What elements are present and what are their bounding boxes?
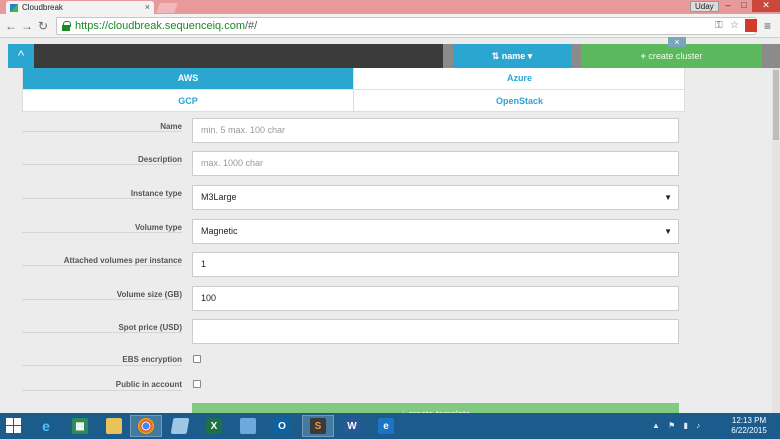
sublime-icon[interactable]: S [302,415,334,437]
tab-title: Cloudbreak [22,3,63,12]
description-input[interactable]: max. 1000 char [192,151,679,176]
cloudbreak-favicon-icon [10,4,18,12]
remote-icon[interactable] [232,415,264,437]
tab-close-icon[interactable]: × [145,1,150,14]
form-row-description: Description max. 1000 char [22,151,685,177]
label-divider [22,390,182,391]
name-label: Name [160,122,182,131]
reload-icon[interactable]: ↻ [36,19,50,33]
window-maximize-button[interactable]: □ [736,0,752,12]
bookmark-star-icon[interactable]: ☆ [730,20,739,31]
outlook-icon[interactable]: O [266,415,298,437]
profile-user-badge[interactable]: Uday [690,1,719,12]
forward-arrow-icon[interactable]: → [20,19,34,33]
label-divider [22,299,182,300]
public-in-account-checkbox[interactable] [193,380,201,388]
spot-price-input[interactable] [192,319,679,344]
window-close-button[interactable]: ✕ [752,0,780,12]
form-row-instance-type: Instance type M3Large ▼ [22,185,685,211]
system-tray-icons[interactable]: ▲ ⚑ ▮ ♪ [652,421,703,430]
explorer-icon[interactable] [98,415,130,437]
windows-start-icon[interactable] [6,418,22,434]
taskbar-clock[interactable]: 12:13 PM 6/22/2015 [727,416,771,436]
form-row-volume-type: Volume type Magnetic ▼ [22,219,685,245]
notepad-icon[interactable] [164,415,196,437]
label-divider [22,265,182,266]
create-cluster-button[interactable]: + create cluster [581,44,762,68]
word-icon[interactable]: W [336,415,368,437]
key-icon[interactable]: ⚿ [715,20,723,31]
form-row-spot-price: Spot price (USD) [22,319,685,345]
description-label: Description [137,155,182,164]
close-x-icon[interactable]: × [668,37,686,47]
public-in-account-label: Public in account [115,380,182,389]
create-cluster-label: create cluster [648,51,703,61]
instance-type-label: Instance type [130,189,182,198]
browser-tab[interactable]: Cloudbreak × [6,1,154,14]
secure-lock-icon [62,21,71,31]
tab-azure[interactable]: Azure [353,67,685,89]
form-row-volume-size: Volume size (GB) 100 [22,286,685,312]
clock-date: 6/22/2015 [731,426,767,435]
volume-size-input[interactable]: 100 [192,286,679,311]
spot-price-label: Spot price (USD) [118,323,182,332]
volume-type-select[interactable]: Magnetic ▼ [192,219,679,244]
address-bar: ← → ↻ https://cloudbreak.sequenceiq.com/… [0,14,780,38]
label-divider [22,232,182,233]
page-scrollbar[interactable] [772,68,780,413]
store-icon[interactable]: ▦ [64,415,96,437]
ebs-encryption-checkbox[interactable] [193,355,201,363]
ie-icon[interactable]: e [30,415,62,437]
clock-time: 12:13 PM [731,416,767,425]
ebs-encryption-label: EBS encryption [122,355,182,364]
ie-pinned-icon[interactable]: e [370,415,402,437]
sort-icon: ⇅ [491,51,502,61]
cluster-header-bar: ^ [8,44,443,68]
label-divider [22,131,182,132]
browser-titlebar: Cloudbreak × Uday – □ ✕ [0,0,780,14]
cloud-provider-tabs: AWS Azure GCP OpenStack [22,66,685,112]
chrome-icon[interactable] [130,415,162,437]
volume-type-label: Volume type [135,223,182,232]
url-text: https://cloudbreak.sequenceiq.com/#/ [75,20,258,32]
dropdown-caret-icon: ▼ [664,227,672,236]
chrome-menu-icon[interactable]: ≡ [764,19,771,33]
collapse-chevron-up-icon[interactable]: ^ [8,44,34,68]
window-minimize-button[interactable]: – [720,0,736,12]
dropdown-caret-icon: ▼ [664,193,672,202]
label-divider [22,332,182,333]
attached-volumes-label: Attached volumes per instance [63,256,182,265]
new-tab-button[interactable] [156,3,178,13]
form-row-attached-volumes: Attached volumes per instance 1 [22,252,685,278]
tab-openstack[interactable]: OpenStack [353,89,685,111]
label-divider [22,365,182,366]
extension-icon[interactable] [745,19,757,32]
form-row-name: Name min. 5 max. 100 char [22,118,685,144]
windows-taskbar: e ▦ X O S W e ▲ ⚑ ▮ ♪ 12:13 PM 6/22/2015 [0,413,780,439]
form-row-public-in-account: Public in account [22,377,685,403]
label-divider [22,164,182,165]
excel-icon[interactable]: X [198,415,230,437]
volume-size-label: Volume size (GB) [116,290,182,299]
attached-volumes-input[interactable]: 1 [192,252,679,277]
tab-aws[interactable]: AWS [23,67,353,89]
form-row-ebs-encryption: EBS encryption [22,352,685,378]
name-input[interactable]: min. 5 max. 100 char [192,118,679,143]
sort-by-name-button[interactable]: ⇅ name ▾ [453,44,571,68]
url-omnibox[interactable]: https://cloudbreak.sequenceiq.com/#/ ⚿ ☆ [56,17,756,35]
scrollbar-thumb[interactable] [773,70,779,140]
back-arrow-icon[interactable]: ← [4,19,18,33]
tab-gcp[interactable]: GCP [23,89,353,111]
label-divider [22,198,182,199]
instance-type-select[interactable]: M3Large ▼ [192,185,679,210]
plus-icon: + [640,51,646,61]
